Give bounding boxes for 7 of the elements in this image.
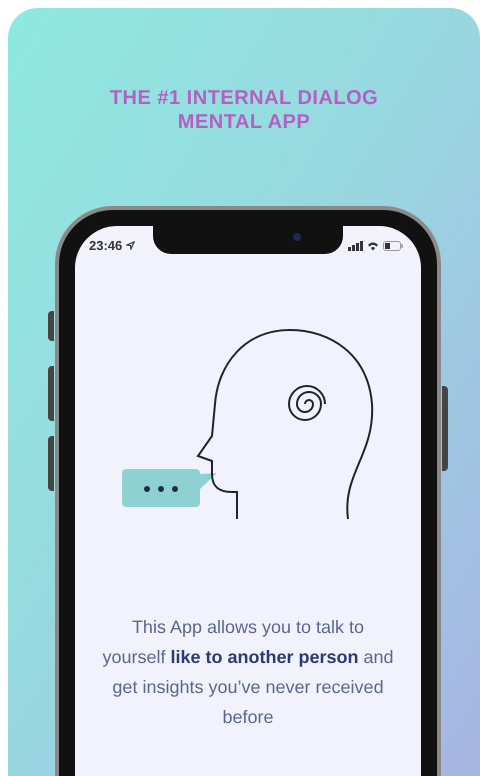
headline: THE #1 INTERNAL DIALOG MENTAL APP — [108, 86, 380, 134]
signal-icon — [348, 240, 363, 251]
status-time: 23:46 — [89, 237, 122, 255]
description: This App allows you to talk to yourself like to another person and get insights you’ve never received before — [101, 616, 395, 728]
location-arrow-icon — [126, 241, 136, 250]
battery-icon — [383, 240, 403, 251]
wifi-icon — [367, 240, 379, 251]
